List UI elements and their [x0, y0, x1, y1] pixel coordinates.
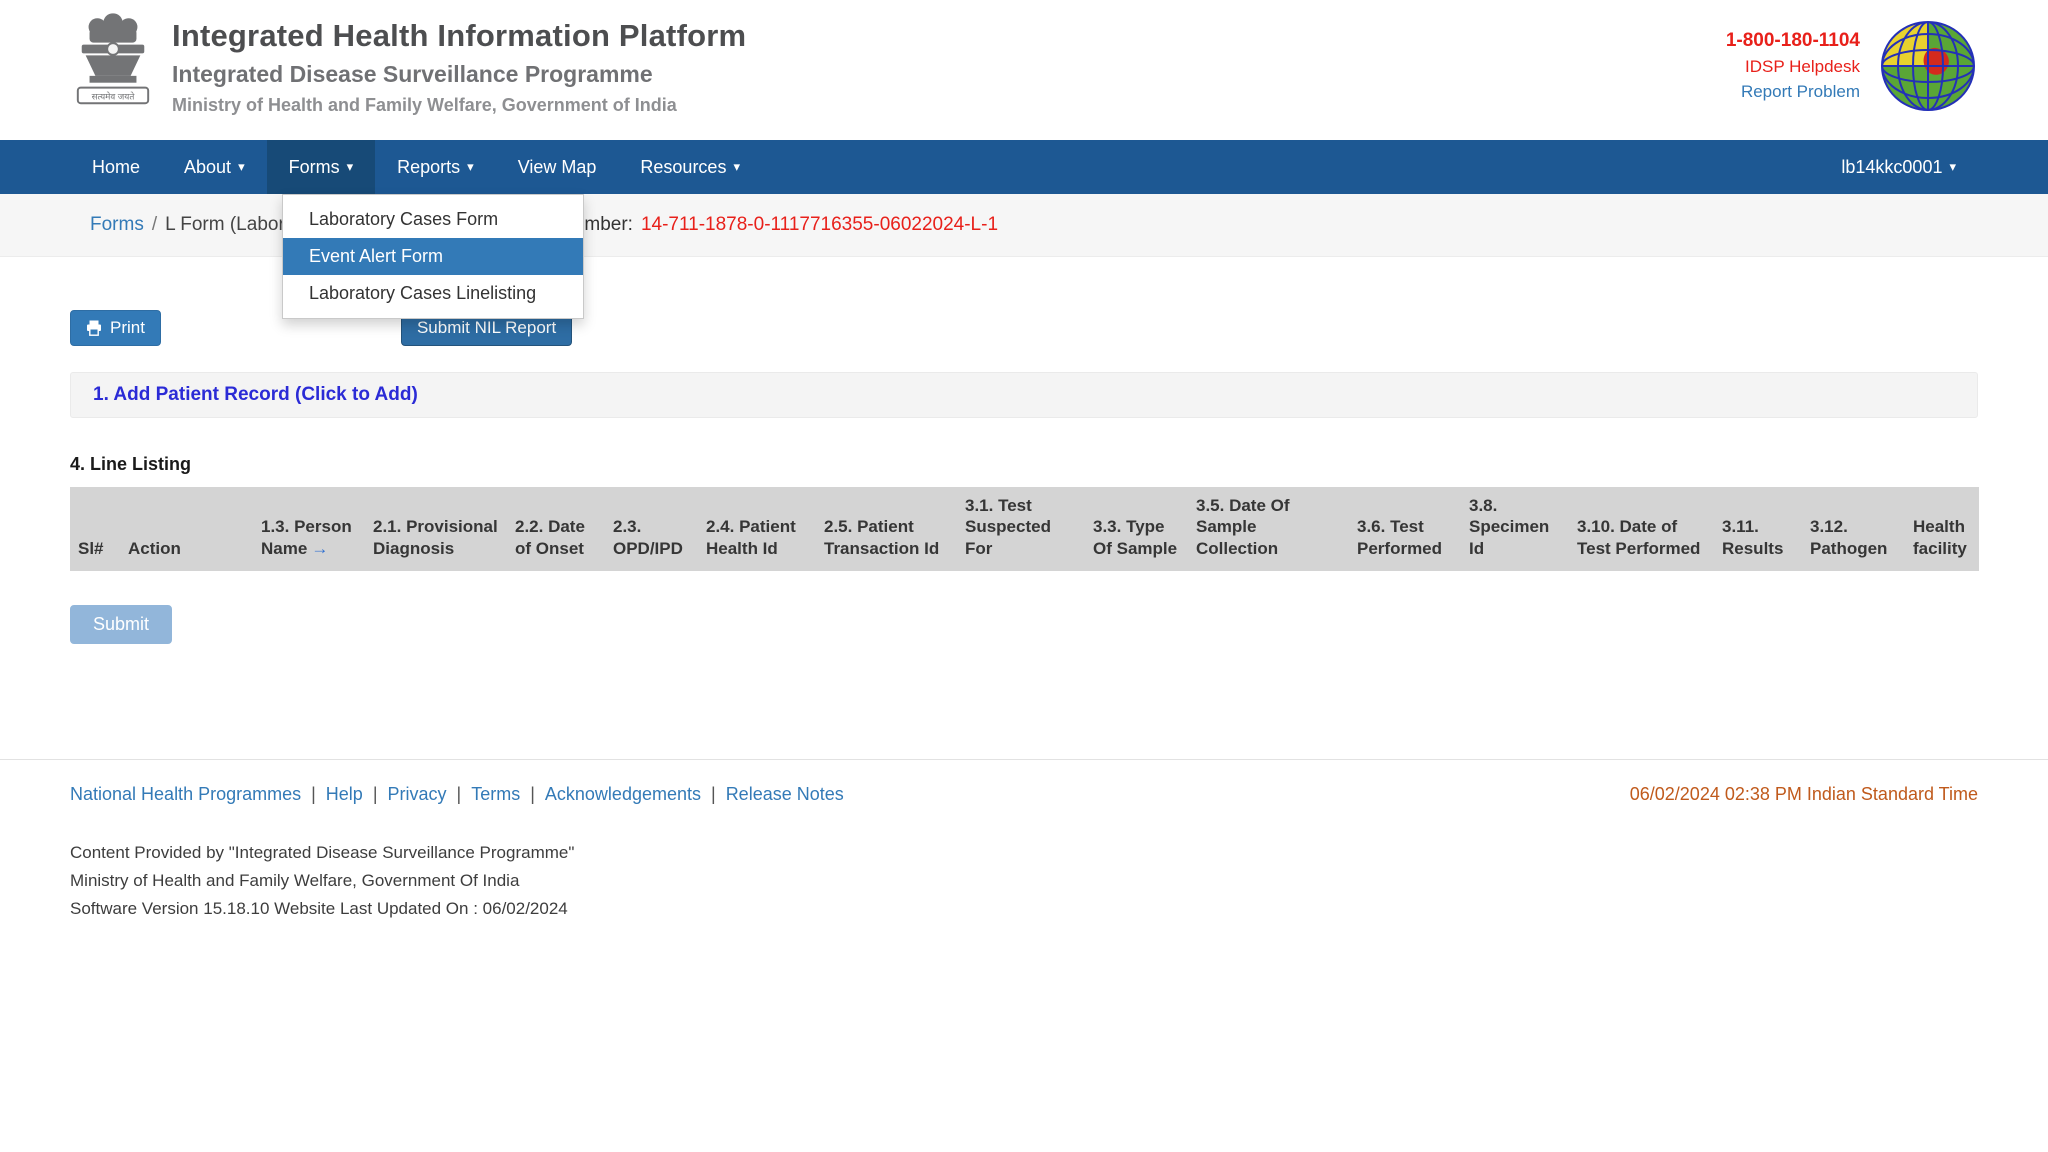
helpdesk-block: 1-800-180-1104 IDSP Helpdesk Report Prob…: [1726, 30, 1860, 102]
footer-links-row: National Health Programmes | Help | Priv…: [70, 784, 1978, 805]
column-header-results: 3.11. Results: [1714, 487, 1802, 571]
column-header-action: Action: [120, 487, 253, 571]
print-button-label: Print: [110, 318, 145, 337]
footer-content-block: Content Provided by "Integrated Disease …: [70, 839, 1978, 923]
footer-content-provided: Content Provided by "Integrated Disease …: [70, 842, 575, 862]
forms-dropdown-menu: Laboratory Cases Form Event Alert Form L…: [282, 194, 584, 319]
caret-down-icon: ▾: [238, 159, 245, 174]
column-header-health-facility: Health facility: [1905, 487, 1979, 571]
footer-separator: |: [711, 783, 716, 804]
caret-down-icon: ▾: [346, 159, 354, 174]
nav-item-resources[interactable]: Resources ▾: [618, 140, 762, 194]
footer-link-release-notes[interactable]: Release Notes: [726, 784, 844, 805]
column-header-test-suspected-for: 3.1. Test Suspected For: [957, 487, 1085, 571]
user-menu[interactable]: lb14kkc0001 ▾: [1819, 140, 1978, 194]
main-navbar: Home About ▾ Forms ▾ Reports ▾ View Map …: [0, 140, 2048, 194]
nav-item-about[interactable]: About ▾: [162, 140, 267, 194]
breadcrumb-separator: /: [151, 214, 158, 235]
nav-label: Home: [92, 156, 141, 177]
dropdown-item-laboratory-cases-form[interactable]: Laboratory Cases Form: [283, 201, 583, 238]
helpdesk-label: IDSP Helpdesk: [1745, 57, 1860, 76]
column-header-date-of-onset: 2.2. Date of Onset: [507, 487, 605, 571]
emblem-motto: सत्यमेव जयते: [92, 91, 136, 101]
add-patient-record-bar[interactable]: 1. Add Patient Record (Click to Add): [70, 372, 1978, 418]
column-header-opd-ipd: 2.3. OPD/IPD: [605, 487, 698, 571]
ihip-globe-logo: [1881, 21, 1975, 111]
nav-item-forms[interactable]: Forms ▾: [266, 140, 376, 194]
column-header-sl: Sl#: [70, 487, 120, 571]
column-header-specimen-id: 3.8. Specimen Id: [1461, 487, 1569, 571]
footer-separator: |: [372, 783, 378, 804]
footer-ministry-line: Ministry of Health and Family Welfare, G…: [70, 870, 520, 890]
column-header-patient-transaction-id: 2.5. Patient Transaction Id: [816, 487, 957, 571]
column-header-provisional-diagnosis: 2.1. Provisional Diagnosis: [365, 487, 507, 571]
form-number-value: 14-711-1878-0-1117716355-06022024-L-1: [640, 214, 999, 235]
page-title: Integrated Health Information Platform: [172, 18, 747, 53]
column-header-date-of-sample-collection: 3.5. Date Of Sample Collection: [1188, 487, 1349, 571]
footer-link-national-health-programmes[interactable]: National Health Programmes: [70, 784, 301, 805]
caret-down-icon: ▾: [467, 159, 474, 174]
person-name-label: 1.3. Person Name: [261, 517, 352, 558]
footer: National Health Programmes | Help | Priv…: [0, 758, 2048, 923]
title-block: Integrated Health Information Platform I…: [172, 10, 746, 130]
nav-item-home[interactable]: Home: [70, 140, 162, 194]
caret-down-icon: ▾: [733, 159, 740, 174]
line-listing-table: Sl# Action 1.3. Person Name → 2.1. Provis…: [70, 487, 1979, 571]
table-header-row: Sl# Action 1.3. Person Name → 2.1. Provis…: [70, 487, 1979, 571]
footer-link-acknowledgements[interactable]: Acknowledgements: [545, 784, 701, 805]
user-id-label: lb14kkc0001: [1841, 156, 1943, 177]
header-subtitle: Integrated Disease Surveillance Programm…: [172, 61, 653, 87]
column-header-date-of-test-performed: 3.10. Date of Test Performed: [1569, 487, 1714, 571]
nav-label: About: [184, 156, 232, 177]
nav-item-reports[interactable]: Reports ▾: [375, 140, 496, 194]
header-branding: सत्यमेव जयते Integrated Health Informati…: [70, 10, 746, 130]
column-header-type-of-sample: 3.3. Type Of Sample: [1085, 487, 1188, 571]
breadcrumb-forms-link[interactable]: Forms: [90, 214, 144, 236]
footer-separator: |: [311, 783, 316, 804]
caret-down-icon: ▾: [1949, 159, 1956, 174]
report-problem-link[interactable]: Report Problem: [1726, 82, 1860, 102]
add-patient-record-label: 1. Add Patient Record (Click to Add): [93, 384, 418, 405]
footer-software-version: Software Version 15.18.10 Website Last U…: [70, 898, 568, 918]
footer-timestamp: 06/02/2024 02:38 PM Indian Standard Time: [1629, 783, 1978, 804]
header: सत्यमेव जयते Integrated Health Informati…: [0, 0, 2048, 140]
header-helpdesk: 1-800-180-1104 IDSP Helpdesk Report Prob…: [1726, 10, 1978, 114]
footer-link-privacy[interactable]: Privacy: [388, 784, 447, 805]
nav-label: Resources: [640, 156, 727, 177]
footer-link-help[interactable]: Help: [326, 784, 363, 805]
footer-separator: |: [456, 783, 462, 804]
column-header-person-name: 1.3. Person Name →: [253, 487, 365, 571]
national-emblem-logo: सत्यमेव जयते: [76, 13, 150, 105]
header-ministry-line: Ministry of Health and Family Welfare, G…: [172, 95, 677, 115]
nav-label: Reports: [397, 156, 461, 177]
helpdesk-phone: 1-800-180-1104: [1725, 30, 1860, 51]
print-button[interactable]: Print: [70, 310, 161, 346]
printer-icon: [87, 320, 101, 336]
column-header-pathogen: 3.12. Pathogen: [1802, 487, 1905, 571]
nav-item-view-map[interactable]: View Map: [496, 140, 619, 194]
column-header-test-performed: 3.6. Test Performed: [1349, 487, 1461, 571]
nav-label: Forms: [288, 156, 340, 177]
dropdown-item-event-alert-form[interactable]: Event Alert Form: [283, 238, 583, 275]
column-header-patient-health-id: 2.4. Patient Health Id: [698, 487, 816, 571]
footer-separator: |: [530, 783, 535, 804]
footer-link-terms[interactable]: Terms: [471, 784, 520, 805]
nav-label: View Map: [517, 156, 597, 177]
dropdown-item-laboratory-cases-linelisting[interactable]: Laboratory Cases Linelisting: [283, 275, 583, 312]
line-listing-heading: 4. Line Listing: [70, 454, 192, 474]
submit-button[interactable]: Submit: [70, 604, 173, 644]
arrow-right-icon: →: [311, 538, 329, 558]
